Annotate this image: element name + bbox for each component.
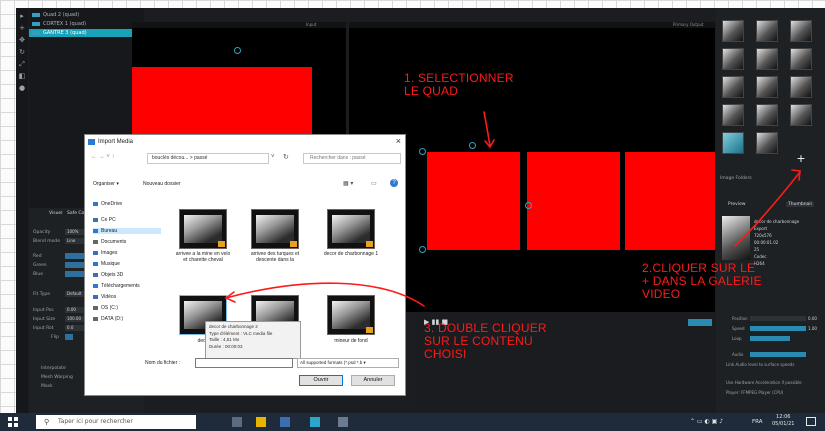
search-icon: ⚲ — [44, 418, 50, 426]
app-icon[interactable] — [338, 417, 348, 427]
notification-icon[interactable] — [806, 417, 816, 426]
clock[interactable]: 12:06 05/01/21 — [772, 414, 794, 428]
annotation-arrows — [224, 111, 801, 307]
clock-time: 12:06 — [776, 414, 791, 420]
windows-start-icon[interactable] — [8, 417, 18, 427]
file-explorer-icon[interactable] — [256, 417, 266, 427]
taskbar-search-input[interactable]: Taper ici pour rechercher — [36, 415, 196, 429]
language-indicator[interactable]: FRA — [752, 419, 763, 425]
system-tray-icons[interactable]: ⌃ ▭ ◐ ▣ ♪ — [690, 418, 723, 425]
app-icon[interactable] — [310, 417, 320, 427]
arrow-step-3 — [225, 282, 425, 307]
clock-date: 05/01/21 — [772, 421, 795, 427]
arrow-step-2 — [734, 171, 801, 247]
windows-taskbar: Taper ici pour rechercher ⚲ ⌃ ▭ ◐ ▣ ♪ FR… — [0, 413, 825, 431]
task-view-icon[interactable] — [232, 417, 242, 427]
app-icon[interactable] — [280, 417, 290, 427]
